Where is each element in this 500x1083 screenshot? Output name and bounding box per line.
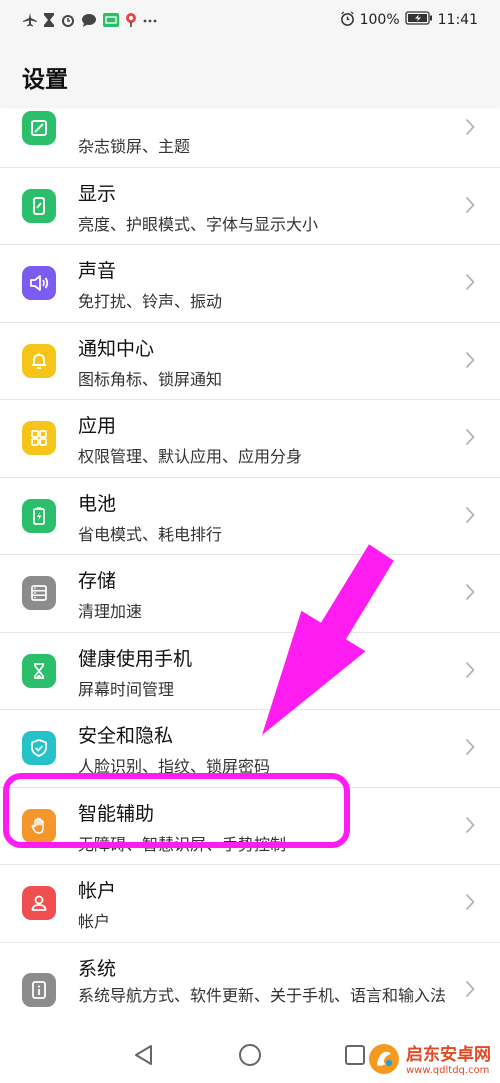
status-bar: 100% 11:41 bbox=[0, 0, 500, 40]
settings-item-subtitle: 人脸识别、指纹、锁屏密码 bbox=[78, 757, 271, 776]
settings-item-smart-assistance[interactable]: 智能辅助 无障碍、智慧识屏、手势控制 bbox=[0, 788, 500, 865]
watermark-logo-icon bbox=[368, 1043, 400, 1079]
chevron-right-icon bbox=[465, 816, 475, 838]
theme-icon bbox=[22, 111, 56, 145]
settings-item-subtitle: 免打扰、铃声、振动 bbox=[78, 292, 223, 311]
settings-item-subtitle: 亮度、护眼模式、字体与显示大小 bbox=[78, 214, 319, 234]
recents-icon[interactable] bbox=[344, 1043, 366, 1071]
hand-icon bbox=[22, 808, 56, 843]
settings-item-storage[interactable]: 存储 清理加速 bbox=[0, 555, 500, 633]
battery-percent: 100% bbox=[359, 12, 400, 28]
settings-item-subtitle: 清理加速 bbox=[78, 602, 143, 621]
settings-item-title: 智能辅助 bbox=[78, 802, 155, 825]
watermark-text: 启东安卓网 www.qdltdq.com bbox=[406, 1044, 491, 1076]
more-icon bbox=[142, 12, 158, 28]
settings-list: 杂志锁屏、主题 显示 亮度、护眼模式、字体与显示大小 声音 免打扰、铃声、振动 … bbox=[0, 90, 500, 1038]
settings-item-title: 通知中心 bbox=[78, 337, 155, 360]
hourglass-icon bbox=[22, 653, 56, 688]
settings-item-title: 显示 bbox=[78, 182, 117, 205]
clock-time: 11:41 bbox=[437, 12, 478, 28]
settings-item-title: 声音 bbox=[78, 260, 117, 282]
title-bar: 设置 bbox=[0, 40, 500, 106]
settings-item-title: 系统 bbox=[78, 957, 117, 980]
chevron-right-icon bbox=[465, 738, 475, 760]
settings-item-battery[interactable]: 电池 省电模式、耗电排行 bbox=[0, 478, 500, 555]
settings-item-title: 存储 bbox=[78, 570, 117, 592]
chevron-right-icon bbox=[465, 196, 475, 218]
hourglass-icon bbox=[43, 12, 55, 28]
settings-item-subtitle: 屏幕时间管理 bbox=[78, 679, 175, 699]
settings-item-title: 安全和隐私 bbox=[78, 725, 174, 747]
settings-item-subtitle: 帐户 bbox=[78, 912, 111, 931]
alarm-icon bbox=[60, 12, 76, 28]
settings-item-sound[interactable]: 声音 免打扰、铃声、振动 bbox=[0, 245, 500, 323]
chevron-right-icon bbox=[465, 506, 475, 528]
bell-icon bbox=[22, 343, 56, 378]
settings-item-title: 电池 bbox=[78, 492, 117, 515]
chevron-right-icon bbox=[465, 893, 475, 915]
watermark-brand: 启东安卓网 bbox=[406, 1044, 491, 1065]
alarm-icon bbox=[340, 10, 355, 30]
chevron-right-icon bbox=[465, 980, 475, 1002]
settings-item-title: 应用 bbox=[78, 415, 117, 437]
settings-item-apps[interactable]: 应用 权限管理、默认应用、应用分身 bbox=[0, 400, 500, 478]
chevron-right-icon bbox=[465, 583, 475, 605]
display-icon bbox=[22, 188, 56, 223]
settings-item-notifications[interactable]: 通知中心 图标角标、锁屏通知 bbox=[0, 323, 500, 400]
user-icon bbox=[22, 886, 56, 920]
app-icon bbox=[102, 12, 120, 28]
watermark-url: www.qdltdq.com bbox=[406, 1064, 490, 1076]
storage-icon bbox=[22, 576, 56, 610]
settings-item-subtitle: 杂志锁屏、主题 bbox=[78, 137, 191, 156]
chevron-right-icon bbox=[465, 118, 475, 140]
battery-icon bbox=[22, 498, 56, 533]
status-icons-right: 100% 11:41 bbox=[340, 10, 478, 30]
settings-item-subtitle: 省电模式、耗电排行 bbox=[78, 524, 223, 544]
page-title: 设置 bbox=[22, 67, 68, 93]
back-icon[interactable] bbox=[132, 1043, 154, 1071]
settings-item-subtitle: 系统导航方式、软件更新、关于手机、语言和输入法 bbox=[78, 985, 447, 1005]
home-icon[interactable] bbox=[238, 1043, 262, 1071]
chevron-right-icon bbox=[465, 351, 475, 373]
watermark: 启东安卓网 www.qdltdq.com bbox=[368, 1043, 491, 1079]
shield-icon bbox=[22, 731, 56, 765]
settings-item-subtitle: 图标角标、锁屏通知 bbox=[78, 369, 223, 389]
settings-item-account[interactable]: 帐户 帐户 bbox=[0, 865, 500, 943]
location-icon bbox=[125, 12, 137, 28]
settings-item-digital-balance[interactable]: 健康使用手机 屏幕时间管理 bbox=[0, 633, 500, 710]
system-icon bbox=[22, 972, 56, 1007]
message-icon bbox=[81, 12, 97, 28]
status-icons-left bbox=[22, 10, 158, 30]
settings-item-title: 健康使用手机 bbox=[78, 647, 193, 670]
airplane-icon bbox=[22, 12, 38, 28]
settings-item-title: 帐户 bbox=[78, 880, 117, 902]
chevron-right-icon bbox=[465, 661, 475, 683]
settings-item-subtitle: 权限管理、默认应用、应用分身 bbox=[78, 447, 303, 466]
sound-icon bbox=[22, 266, 56, 300]
settings-item-security[interactable]: 安全和隐私 人脸识别、指纹、锁屏密码 bbox=[0, 710, 500, 788]
apps-icon bbox=[22, 421, 56, 455]
settings-item-subtitle: 无障碍、智慧识屏、手势控制 bbox=[78, 834, 287, 854]
settings-item-display[interactable]: 显示 亮度、护眼模式、字体与显示大小 bbox=[0, 168, 500, 245]
chevron-right-icon bbox=[465, 428, 475, 450]
chevron-right-icon bbox=[465, 273, 475, 295]
settings-item-system[interactable]: 系统 系统导航方式、软件更新、关于手机、语言和输入法 bbox=[0, 943, 500, 1038]
battery-icon bbox=[404, 11, 433, 29]
